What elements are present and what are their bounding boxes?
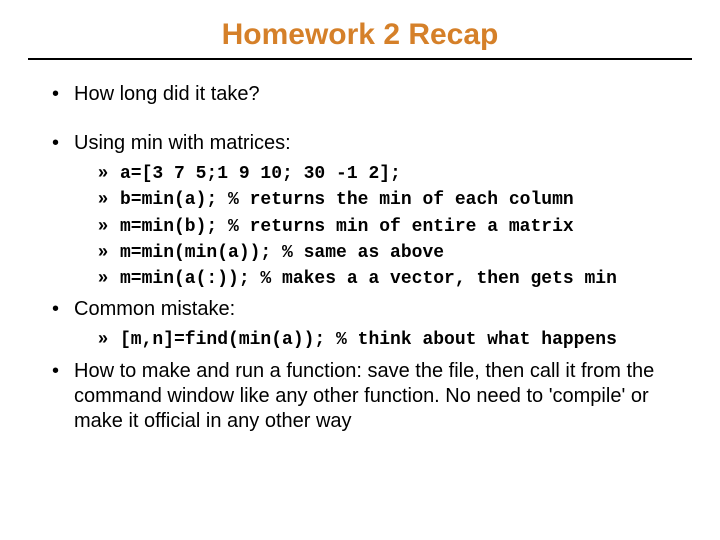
code-text: m=min(a(:)); % makes a a vector, then ge… xyxy=(120,269,617,289)
code-text: m=min(b); % returns min of entire a matr… xyxy=(120,217,574,237)
bullet-item: How to make and run a function: save the… xyxy=(52,359,692,434)
bullet-item: How long did it take? xyxy=(52,82,692,107)
bullet-text: How long did it take? xyxy=(74,83,260,105)
code-text: a=[3 7 5;1 9 10; 30 -1 2]; xyxy=(120,164,401,184)
bullet-text: Common mistake: xyxy=(74,298,235,320)
code-line: b=min(a); % returns the min of each colu… xyxy=(98,186,692,212)
title-divider xyxy=(28,58,692,60)
slide-title: Homework 2 Recap xyxy=(222,18,499,58)
code-line: [m,n]=find(min(a)); % think about what h… xyxy=(98,326,692,352)
bullet-text: How to make and run a function: save the… xyxy=(74,360,654,432)
code-text: m=min(min(a)); % same as above xyxy=(120,243,444,263)
code-line: m=min(a(:)); % makes a a vector, then ge… xyxy=(98,265,692,291)
code-line: m=min(b); % returns min of entire a matr… xyxy=(98,213,692,239)
slide: Homework 2 Recap How long did it take? U… xyxy=(0,0,720,540)
bullet-text: Using min with matrices: xyxy=(74,132,291,154)
sub-bullet-list: [m,n]=find(min(a)); % think about what h… xyxy=(74,326,692,352)
bullet-item: Using min with matrices: a=[3 7 5;1 9 10… xyxy=(52,131,692,291)
bullet-item: Common mistake: [m,n]=find(min(a)); % th… xyxy=(52,297,692,352)
title-wrap: Homework 2 Recap xyxy=(28,18,692,58)
code-text: [m,n]=find(min(a)); % think about what h… xyxy=(120,330,617,350)
code-line: m=min(min(a)); % same as above xyxy=(98,239,692,265)
bullet-list: How long did it take? Using min with mat… xyxy=(28,82,692,434)
code-text: b=min(a); % returns the min of each colu… xyxy=(120,190,574,210)
sub-bullet-list: a=[3 7 5;1 9 10; 30 -1 2]; b=min(a); % r… xyxy=(74,160,692,291)
code-line: a=[3 7 5;1 9 10; 30 -1 2]; xyxy=(98,160,692,186)
